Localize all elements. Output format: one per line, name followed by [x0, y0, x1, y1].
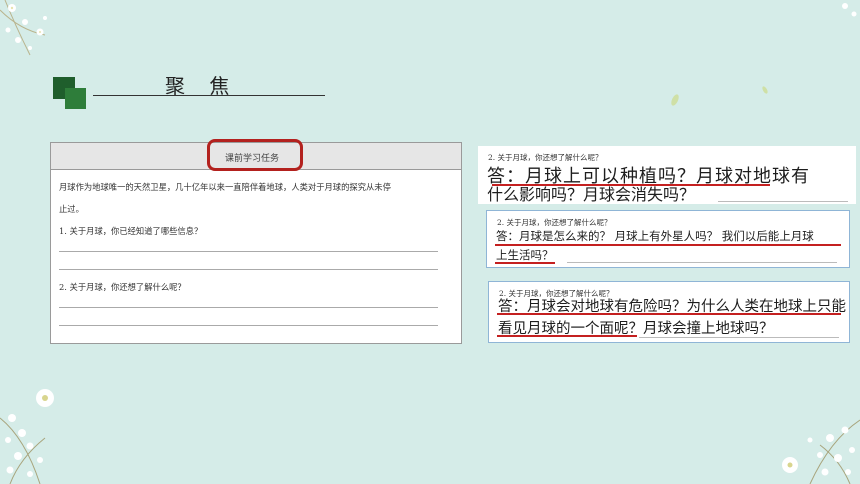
answer-card-3: 2. 关于月球，你还想了解什么呢？ 答：月球会对地球有危险吗？为什么人类在地球上…	[488, 281, 850, 343]
red-underline	[497, 313, 841, 315]
answer-card-question: 2. 关于月球，你还想了解什么呢？	[497, 218, 612, 227]
red-underline	[495, 262, 555, 264]
title-underline	[93, 95, 325, 96]
answer-line	[59, 251, 438, 252]
answer-card-1: 2. 关于月球，你还想了解什么呢？ 答：月球上可以种植吗？月球对地球有 什么影响…	[478, 146, 856, 204]
worksheet-question-2: 2. 关于月球，你还想了解什么呢？	[59, 282, 186, 292]
answer-line	[59, 269, 438, 270]
red-underline	[497, 335, 637, 337]
leaf-decoration	[762, 86, 768, 94]
worksheet-question-1: 1. 关于月球，你已经知道了哪些信息？	[59, 226, 203, 236]
title-square-light	[65, 88, 86, 109]
handwritten-answer-line-2: 什么影响吗？月球会消失吗？	[487, 185, 696, 204]
worksheet-intro-continued: 止过。	[59, 204, 84, 214]
red-underline	[495, 244, 841, 246]
slide: 聚 焦 课前学习任务 月球作为地球唯一的天然卫星，几十亿年以来一直陪伴着地球，人…	[0, 0, 860, 484]
flower-decoration-top-right	[842, 3, 857, 17]
leaf-decoration	[671, 94, 679, 106]
header-highlight-box	[207, 139, 303, 171]
flower-decoration-top-left	[0, 0, 47, 56]
handwritten-answer-line-1: 答：月球是怎么来的？ 月球上有外星人吗？ 我们以后能上月球	[496, 229, 814, 243]
flower-decoration-bottom-right	[782, 419, 860, 484]
slide-title-block: 聚 焦	[53, 70, 333, 115]
guide-line	[639, 337, 839, 338]
worksheet-intro: 月球作为地球唯一的天然卫星，几十亿年以来一直陪伴着地球，人类对于月球的探究从未停	[59, 182, 391, 192]
guide-line	[567, 262, 837, 263]
answer-line	[59, 325, 438, 326]
worksheet: 课前学习任务 月球作为地球唯一的天然卫星，几十亿年以来一直陪伴着地球，人类对于月…	[50, 142, 462, 344]
guide-line	[718, 201, 848, 202]
handwritten-answer-line-2: 上生活吗？	[496, 248, 554, 262]
answer-card-2: 2. 关于月球，你还想了解什么呢？ 答：月球是怎么来的？ 月球上有外星人吗？ 我…	[486, 210, 850, 268]
flower-decoration-bottom-left	[0, 389, 54, 484]
answer-line	[59, 307, 438, 308]
